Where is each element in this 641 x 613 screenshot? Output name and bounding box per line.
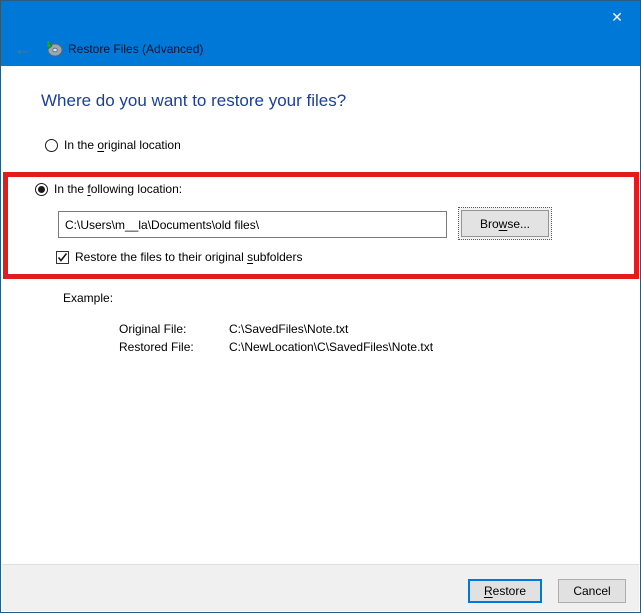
- radio-following-location[interactable]: In the following location:: [35, 182, 182, 196]
- cancel-button[interactable]: Cancel: [558, 579, 626, 603]
- page-title: Where do you want to restore your files?: [41, 91, 347, 110]
- back-icon[interactable]: ←: [9, 37, 37, 61]
- radio-original-label: In the original location: [64, 138, 181, 152]
- window-title: Restore Files (Advanced): [68, 42, 204, 56]
- restore-files-app-icon: [45, 39, 63, 57]
- restore-location-input[interactable]: [58, 211, 447, 238]
- browse-button[interactable]: Browse...: [461, 210, 549, 237]
- check-icon: [57, 252, 68, 262]
- example-label: Example:: [63, 291, 114, 305]
- radio-following-label: In the following location:: [54, 182, 183, 196]
- restore-button[interactable]: Restore: [468, 579, 542, 603]
- close-icon[interactable]: ✕: [600, 5, 634, 29]
- example-restored-file-name: Restored File:: [119, 340, 194, 354]
- checkbox-checked-icon[interactable]: [56, 250, 69, 264]
- example-original-file-row: Original File: C:\SavedFiles\Note.txt: [119, 322, 348, 336]
- browse-button-focus-frame: Browse...: [458, 207, 552, 240]
- example-restored-file-value: C:\NewLocation\C\SavedFiles\Note.txt: [229, 340, 434, 354]
- checkbox-subfolders-label: Restore the files to their original subf…: [75, 250, 303, 264]
- radio-original-location[interactable]: In the original location: [45, 138, 181, 152]
- example-restored-file-row: Restored File: C:\NewLocation\C\SavedFil…: [119, 340, 433, 354]
- radio-selected-icon[interactable]: [35, 182, 48, 196]
- titlebar: ✕ ← Restore Files (Advanced): [1, 1, 640, 66]
- example-original-file-value: C:\SavedFiles\Note.txt: [229, 322, 349, 336]
- dialog-footer: [2, 564, 639, 611]
- radio-unselected-icon[interactable]: [45, 138, 58, 152]
- example-original-file-name: Original File:: [119, 322, 187, 336]
- checkbox-restore-subfolders[interactable]: Restore the files to their original subf…: [56, 250, 302, 264]
- restore-files-dialog: ✕ ← Restore Files (Advanced) Where do yo…: [0, 0, 641, 613]
